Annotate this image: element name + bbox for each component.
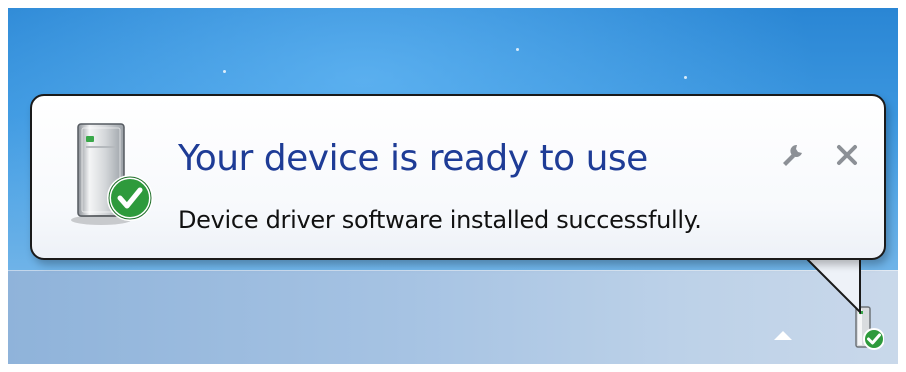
notification-balloon[interactable]: Your device is ready to use Device drive… — [30, 94, 886, 260]
wallpaper-sparkle — [684, 76, 687, 79]
wrench-icon[interactable] — [778, 140, 808, 170]
wallpaper-sparkle — [223, 70, 226, 73]
device-installed-tray-icon[interactable] — [850, 305, 884, 353]
balloon-title: Your device is ready to use — [178, 138, 648, 179]
desktop: Your device is ready to use Device drive… — [8, 8, 898, 364]
balloon-message: Device driver software installed success… — [178, 206, 702, 234]
close-icon[interactable] — [834, 142, 860, 168]
wallpaper-sparkle — [516, 48, 519, 51]
show-hidden-icons-arrow-icon[interactable] — [774, 331, 792, 340]
taskbar — [8, 270, 898, 364]
device-installed-icon — [71, 123, 153, 225]
